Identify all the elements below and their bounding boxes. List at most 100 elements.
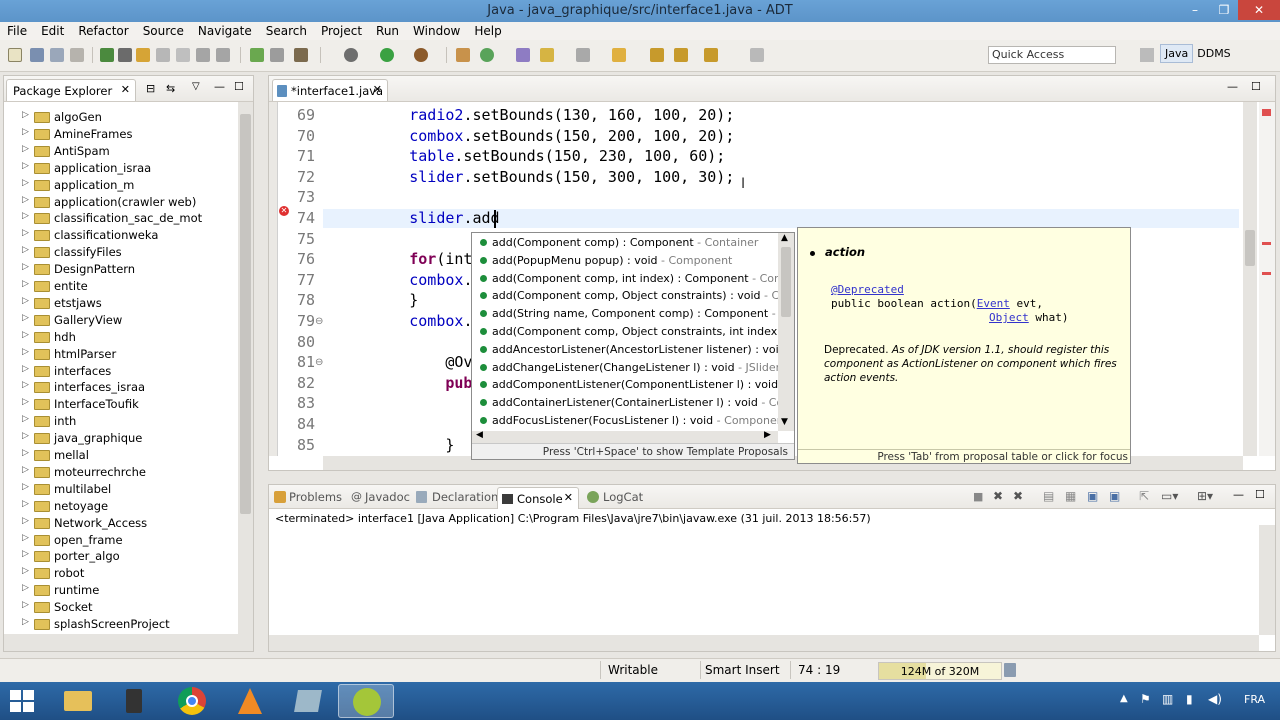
expand-arrow-icon[interactable]: ▷ — [22, 195, 29, 205]
menu-file[interactable]: File — [0, 22, 34, 38]
code-line[interactable]: table.setBounds(150, 230, 100, 60); — [337, 147, 725, 165]
code-line[interactable]: slider.add — [337, 209, 499, 227]
tree-item[interactable]: ▷ etstjaws — [4, 295, 238, 312]
tree-item[interactable]: ▷ application(crawler web) — [4, 194, 238, 211]
tree-item[interactable]: ▷ algoGen — [4, 109, 238, 126]
forward-icon[interactable] — [704, 48, 718, 62]
code-line[interactable]: combox. — [337, 271, 472, 289]
taskbar-adt[interactable] — [338, 684, 394, 718]
template-icon[interactable] — [270, 48, 284, 62]
editor-vscrollbar[interactable] — [1243, 102, 1257, 456]
tree-item[interactable]: ▷ DesignPattern — [4, 261, 238, 278]
whitespace-icon[interactable] — [196, 48, 210, 62]
tree-item[interactable]: ▷ Socket — [4, 599, 238, 616]
fold-toggle-icon[interactable]: ⊖ — [315, 357, 323, 368]
proposal-item[interactable]: add(Component comp, int index) : Compone… — [472, 270, 784, 288]
expand-arrow-icon[interactable]: ▷ — [22, 397, 29, 407]
tree-item[interactable]: ▷ AmineFrames — [4, 126, 238, 143]
back-icon[interactable] — [674, 48, 688, 62]
tree-item[interactable]: ▷ mellal — [4, 447, 238, 464]
tree-vscrollbar[interactable] — [238, 102, 253, 634]
close-icon[interactable]: ✕ — [564, 491, 573, 504]
scroll-right-icon[interactable]: ▶ — [764, 430, 771, 440]
proposal-item[interactable]: addChangeListener(ChangeListener l) : vo… — [472, 359, 784, 377]
taskbar-app[interactable] — [106, 684, 162, 718]
expand-arrow-icon[interactable]: ▷ — [22, 465, 29, 475]
tree-item[interactable]: ▷ open_frame — [4, 532, 238, 549]
android-sdk-icon[interactable] — [100, 48, 114, 62]
new-icon[interactable] — [8, 48, 22, 62]
flag-icon[interactable]: ⚑ — [1140, 692, 1151, 706]
battery-icon[interactable]: ▮ — [1186, 692, 1193, 706]
expand-arrow-icon[interactable]: ▷ — [22, 127, 29, 137]
close-icon[interactable]: ✕ — [121, 83, 130, 96]
menu-refactor[interactable]: Refactor — [71, 22, 135, 38]
quick-access-input[interactable]: Quick Access — [988, 46, 1116, 64]
tab-package-explorer[interactable]: Package Explorer ✕ — [6, 79, 136, 101]
debug-icon[interactable] — [344, 48, 358, 62]
toggle-icon[interactable] — [156, 48, 170, 62]
expand-arrow-icon[interactable]: ▷ — [22, 533, 29, 543]
expand-arrow-icon[interactable]: ▷ — [22, 296, 29, 306]
fold-toggle-icon[interactable]: ⊖ — [315, 316, 323, 327]
open-perspective-icon[interactable] — [1140, 48, 1154, 62]
remove-launch-icon[interactable]: ✖ — [993, 489, 1003, 503]
menu-source[interactable]: Source — [136, 22, 191, 38]
volume-icon[interactable]: ◀) — [1208, 692, 1222, 706]
clear-console-icon[interactable]: ▤ — [1043, 489, 1054, 503]
tree-item[interactable]: ▷ hdh — [4, 329, 238, 346]
tree-hscrollbar[interactable] — [4, 634, 253, 651]
expand-arrow-icon[interactable]: ▷ — [22, 347, 29, 357]
proposal-vscrollbar[interactable]: ▲ ▼ — [778, 233, 794, 431]
expand-arrow-icon[interactable]: ▷ — [22, 161, 29, 171]
expand-arrow-icon[interactable]: ▷ — [22, 228, 29, 238]
proposal-item[interactable]: add(Component comp) : Component - Contai… — [472, 234, 784, 252]
view-menu-icon[interactable]: ▽ — [192, 81, 200, 92]
display-console-icon[interactable]: ▭▾ — [1161, 489, 1178, 503]
perspective-ddms[interactable]: DDMS — [1193, 45, 1234, 62]
save-all-icon[interactable] — [50, 48, 64, 62]
code-line[interactable]: for(int — [337, 250, 472, 268]
remove-all-icon[interactable]: ✖ — [1013, 489, 1023, 503]
expand-arrow-icon[interactable]: ▷ — [22, 566, 29, 576]
tree-item[interactable]: ▷ entite — [4, 278, 238, 295]
tree-item[interactable]: ▷ robot — [4, 565, 238, 582]
expand-arrow-icon[interactable]: ▷ — [22, 313, 29, 323]
tree-item[interactable]: ▷ java_graphique — [4, 430, 238, 447]
scroll-lock-icon[interactable]: ▦ — [1065, 489, 1076, 503]
scroll-left-icon[interactable]: ◀ — [476, 430, 483, 440]
marker-icon[interactable] — [294, 48, 308, 62]
menu-search[interactable]: Search — [259, 22, 314, 38]
annotation-icon[interactable] — [576, 48, 590, 62]
tab-problems[interactable]: Problems — [289, 490, 342, 504]
run-icon[interactable] — [380, 48, 394, 62]
maximize-view-icon[interactable]: ☐ — [234, 80, 244, 93]
pin-console-icon[interactable]: ⇱ — [1139, 489, 1149, 503]
expand-arrow-icon[interactable]: ▷ — [22, 144, 29, 154]
menu-window[interactable]: Window — [406, 22, 467, 38]
proposal-list[interactable]: add(Component comp) : Component - Contai… — [472, 234, 784, 432]
expand-arrow-icon[interactable]: ▷ — [22, 364, 29, 374]
code-line[interactable]: radio2.setBounds(130, 160, 100, 20); — [337, 106, 734, 124]
taskbar-editor[interactable] — [280, 684, 336, 718]
search-tb-icon[interactable] — [540, 48, 554, 62]
proposal-item[interactable]: add(Component comp, Object constraints) … — [472, 287, 784, 305]
highlight-icon[interactable] — [136, 48, 150, 62]
pin-editor-icon[interactable] — [750, 48, 764, 62]
terminate-icon[interactable]: ■ — [973, 490, 983, 503]
expand-arrow-icon[interactable]: ▷ — [22, 330, 29, 340]
expand-arrow-icon[interactable]: ▷ — [22, 600, 29, 610]
tree-item[interactable]: ▷ multilabel — [4, 481, 238, 498]
expand-arrow-icon[interactable]: ▷ — [22, 583, 29, 593]
expand-arrow-icon[interactable]: ▷ — [22, 482, 29, 492]
tab-javadoc[interactable]: Javadoc — [365, 490, 410, 504]
start-button[interactable] — [10, 690, 34, 712]
minimize-button[interactable]: – — [1180, 0, 1210, 20]
tree-item[interactable]: ▷ GalleryView — [4, 312, 238, 329]
proposal-item[interactable]: addAncestorListener(AncestorListener lis… — [472, 341, 784, 359]
code-line[interactable]: combox.setBounds(150, 200, 100, 20); — [337, 127, 734, 145]
scroll-up-icon[interactable]: ▲ — [781, 233, 788, 243]
tree-item[interactable]: ▷ classifyFiles — [4, 244, 238, 261]
proposal-item[interactable]: add(PopupMenu popup) : void - Component — [472, 252, 784, 270]
taskbar-chrome[interactable] — [164, 684, 220, 718]
